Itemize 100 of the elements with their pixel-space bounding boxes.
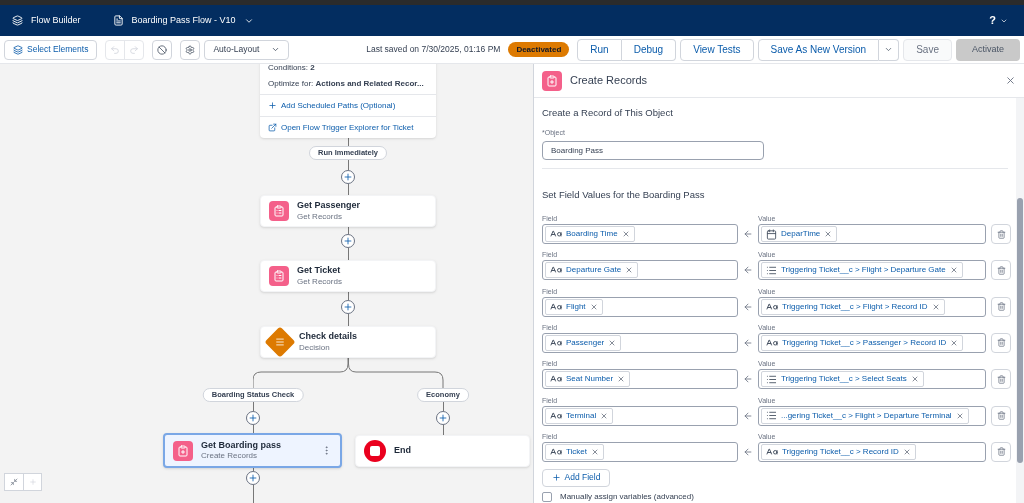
node-type: Decision <box>299 342 331 353</box>
input-field[interactable]: Triggering Ticket__c > Flight > Departure Gate <box>758 260 986 281</box>
resource-pill[interactable]: Triggering Ticket__c > Flight > Departure Gate <box>761 262 963 279</box>
remove-icon[interactable] <box>902 447 911 456</box>
delete-button[interactable] <box>991 260 1011 281</box>
optimize-text: Optimize for: Actions and Related Recor... <box>268 78 425 90</box>
remove-icon[interactable] <box>910 375 919 384</box>
delete-button[interactable] <box>991 441 1011 462</box>
input-field[interactable]: DeparTime <box>758 224 986 245</box>
connector-line <box>348 160 349 170</box>
connector-line <box>348 184 349 195</box>
resource-pill[interactable]: Flight <box>545 298 603 315</box>
resource-pill[interactable]: Passenger <box>545 334 622 351</box>
add-element-button[interactable] <box>341 234 355 248</box>
resource-pill[interactable]: Departure Gate <box>545 262 639 279</box>
add-element-button[interactable] <box>246 411 260 425</box>
delete-button[interactable] <box>991 405 1011 426</box>
checkbox[interactable] <box>542 491 552 502</box>
remove-icon[interactable] <box>625 266 634 275</box>
add-element-button[interactable] <box>436 411 450 425</box>
remove-icon[interactable] <box>949 266 958 275</box>
flow-node[interactable]: Get Passenger Get Records <box>260 195 436 227</box>
resource-pill[interactable]: Triggering Ticket__c > Record ID <box>761 443 916 460</box>
input-field[interactable]: Triggering Ticket__c > Passenger > Record ID <box>758 332 986 353</box>
node-type: Create Records <box>201 451 259 462</box>
layout-dropdown[interactable]: Auto-Layout <box>204 39 290 60</box>
resource-pill[interactable]: DeparTime <box>761 226 838 243</box>
remove-icon[interactable] <box>617 375 626 384</box>
save-as-new-version-button[interactable]: Save As New Version <box>757 38 880 61</box>
list-icon <box>766 264 777 276</box>
ban-button[interactable] <box>152 39 173 60</box>
input-field[interactable]: Boarding Time <box>542 224 738 245</box>
delete-button[interactable] <box>991 224 1011 245</box>
input-field[interactable]: Flight <box>542 296 738 317</box>
delete-button[interactable] <box>991 296 1011 317</box>
input-field[interactable]: Triggering Ticket__c > Flight > Record ID <box>758 296 986 317</box>
caret-icon <box>884 45 894 54</box>
input-field[interactable]: ...gering Ticket__c > Flight > Departure Terminal <box>758 405 986 426</box>
connector-line <box>348 292 349 300</box>
resource-pill[interactable]: Triggering Ticket__c > Passenger > Record ID <box>761 334 964 351</box>
delete-button[interactable] <box>991 332 1011 353</box>
add-field-button[interactable]: Add Field <box>542 468 610 487</box>
text-type-icon <box>550 445 562 458</box>
node-title: End <box>394 445 412 457</box>
settings-icon <box>185 44 196 55</box>
resource-name: Triggering Ticket__c > Record ID <box>782 445 899 458</box>
add-element-button[interactable] <box>246 471 260 485</box>
remove-icon[interactable] <box>608 338 617 347</box>
flow-node[interactable]: End <box>355 435 530 467</box>
remove-icon[interactable] <box>931 302 940 311</box>
resource-pill[interactable]: Ticket <box>545 443 605 460</box>
add-element-button[interactable] <box>341 170 355 184</box>
left-arrow-icon <box>743 229 753 240</box>
remove-icon[interactable] <box>950 338 959 347</box>
list-icon <box>766 373 777 385</box>
flow-node[interactable]: Get Ticket Get Records <box>260 260 436 292</box>
debug-button[interactable]: Debug <box>621 38 677 61</box>
resource-name: DeparTime <box>781 228 821 241</box>
conditions-text: Conditions: 2 <box>268 64 316 74</box>
input-field[interactable]: Ticket <box>542 441 738 462</box>
text-type-icon <box>550 336 562 349</box>
run-button[interactable]: Run <box>577 38 622 61</box>
remove-icon[interactable] <box>591 447 600 456</box>
remove-icon[interactable] <box>589 302 598 311</box>
select-elements-button[interactable]: Select Elements <box>4 39 98 60</box>
remove-icon[interactable] <box>600 411 609 420</box>
input-field[interactable]: Terminal <box>542 405 738 426</box>
help-button[interactable]: ? <box>989 12 1008 29</box>
input-field[interactable]: Triggering Ticket__c > Select Seats <box>758 369 986 390</box>
input-field[interactable]: Triggering Ticket__c > Record ID <box>758 441 986 462</box>
resource-name: Triggering Ticket__c > Flight > Departure Gate <box>781 264 946 277</box>
app-title: Flow Builder <box>31 13 81 27</box>
delete-button[interactable] <box>991 369 1011 390</box>
flow-node[interactable]: Check details Decision <box>260 326 436 358</box>
view-tests-button[interactable]: View Tests <box>680 38 754 61</box>
file-icon <box>112 15 124 26</box>
node-title: Check details <box>299 331 359 343</box>
resource-pill[interactable]: Boarding Time <box>545 226 635 243</box>
remove-icon[interactable] <box>955 411 964 420</box>
resource-pill[interactable]: Triggering Ticket__c > Select Seats <box>761 371 924 388</box>
stop-icon <box>364 440 386 462</box>
object-input[interactable]: Boarding Pass <box>542 140 764 160</box>
add-element-button[interactable] <box>341 300 355 314</box>
resource-pill[interactable]: Terminal <box>545 407 614 424</box>
resource-pill[interactable]: ...gering Ticket__c > Flight > Departure Terminal <box>761 407 969 424</box>
trigger-link[interactable]: Add Scheduled Paths (Optional) <box>268 99 396 112</box>
left-arrow-icon <box>743 374 753 385</box>
remove-icon[interactable] <box>824 230 833 239</box>
resource-pill[interactable]: Triggering Ticket__c > Flight > Record ID <box>761 298 945 315</box>
input-field[interactable]: Departure Gate <box>542 260 738 281</box>
input-field[interactable]: Seat Number <box>542 369 738 390</box>
resource-name: Seat Number <box>566 373 614 386</box>
trigger-link[interactable]: Open Flow Trigger Explorer for Ticket <box>268 121 414 134</box>
panel-title: Create Records <box>570 73 648 89</box>
resource-pill[interactable]: Seat Number <box>545 371 631 388</box>
flow-node[interactable]: Get Boarding pass Create Records <box>163 433 342 468</box>
remove-icon[interactable] <box>621 230 630 239</box>
close-icon[interactable] <box>1005 75 1016 86</box>
input-field[interactable]: Passenger <box>542 332 738 353</box>
settings-button[interactable] <box>180 39 201 60</box>
